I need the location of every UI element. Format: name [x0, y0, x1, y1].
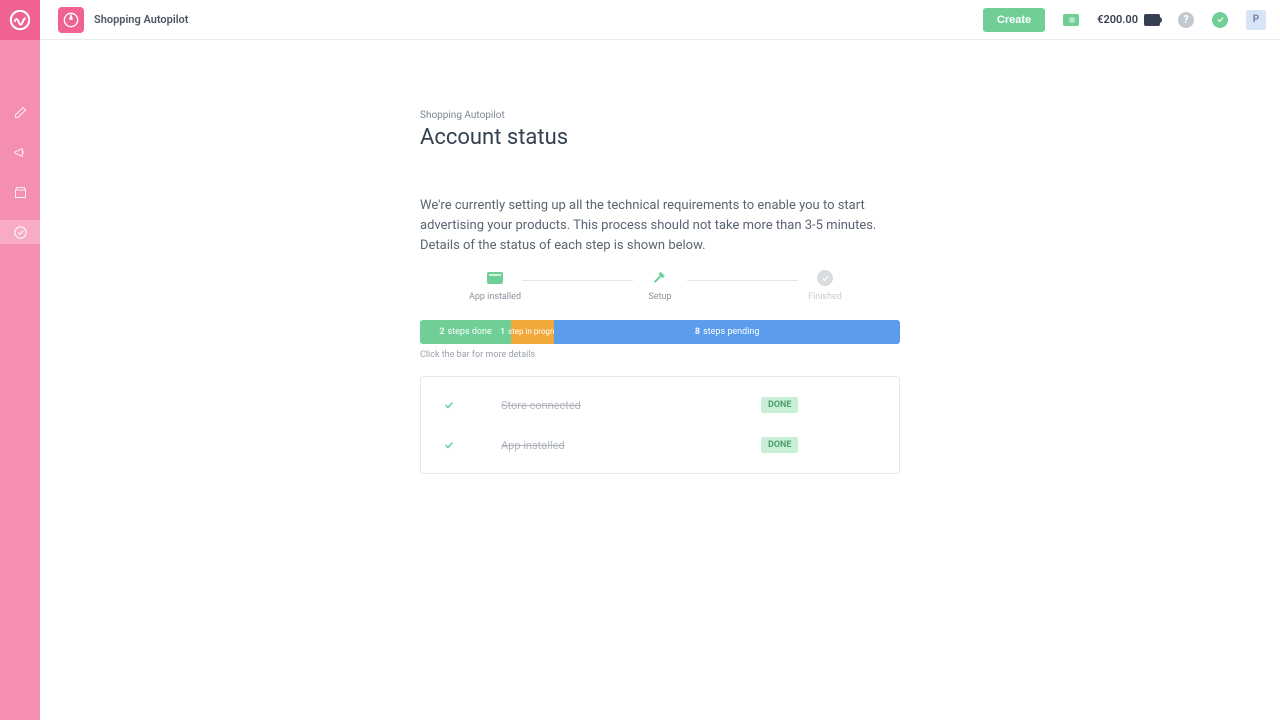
- balance-amount: €200.00: [1097, 13, 1138, 26]
- sidebar-item-campaigns[interactable]: [0, 140, 40, 164]
- megaphone-icon: [13, 145, 28, 160]
- sidebar-item-status[interactable]: [0, 220, 40, 244]
- sidebar-item-edit[interactable]: [0, 100, 40, 124]
- step-label: App installed: [501, 439, 721, 452]
- segment-pending[interactable]: 8 steps pending: [554, 320, 900, 344]
- intro-text: We're currently setting up all the techn…: [420, 196, 900, 256]
- main: Shopping Autopilot Account status We're …: [40, 40, 1280, 720]
- segment-done[interactable]: 2 steps done: [420, 320, 511, 344]
- segment-in-progress[interactable]: 1step in progress: [511, 320, 554, 344]
- compass-icon: [63, 12, 79, 28]
- help-icon[interactable]: ?: [1178, 12, 1194, 28]
- progress-divider: [687, 280, 798, 281]
- app-badge-icon: [58, 7, 84, 33]
- progress-divider: [522, 280, 633, 281]
- hammer-icon: [651, 270, 669, 286]
- topbar: Shopping Autopilot Create €200.00 ? P: [40, 0, 1280, 40]
- progress-bar[interactable]: 2 steps done 1step in progress 8 steps p…: [420, 320, 900, 344]
- status-badge: DONE: [761, 437, 798, 453]
- progress-step-finished: Finished: [790, 270, 860, 302]
- edit-icon: [13, 105, 28, 120]
- sidebar: [0, 0, 40, 720]
- sidebar-item-store[interactable]: [0, 180, 40, 204]
- wallet-icon: [1144, 14, 1160, 26]
- status-ok-icon[interactable]: [1212, 12, 1228, 28]
- status-badge: DONE: [761, 397, 798, 413]
- credits-icon[interactable]: [1063, 12, 1079, 28]
- check-icon: [437, 439, 461, 451]
- finish-check-icon: [817, 270, 833, 286]
- progress-step-setup: Setup: [625, 270, 695, 302]
- app-logo-icon[interactable]: [0, 0, 40, 40]
- steps-card: Store connected DONE App installed DONE: [420, 376, 900, 474]
- check-circle-icon: [13, 225, 28, 240]
- check-icon: [437, 399, 461, 411]
- store-icon: [13, 185, 28, 200]
- step-row: App installed DONE: [421, 425, 899, 465]
- balance[interactable]: €200.00: [1097, 13, 1160, 26]
- store-chip-icon: [487, 272, 503, 284]
- progress-step-app-installed: App installed: [460, 270, 530, 302]
- chart-wave-icon: [9, 9, 31, 31]
- step-label: Store connected: [501, 399, 721, 412]
- page-title: Account status: [420, 125, 900, 150]
- create-button[interactable]: Create: [983, 8, 1045, 32]
- breadcrumb: Shopping Autopilot: [420, 110, 900, 121]
- progress-steps: App installed Setup Finished: [420, 270, 900, 302]
- app-title: Shopping Autopilot: [94, 13, 188, 26]
- bar-hint: Click the bar for more details: [420, 350, 900, 360]
- step-row: Store connected DONE: [421, 385, 899, 425]
- user-avatar[interactable]: P: [1246, 10, 1266, 30]
